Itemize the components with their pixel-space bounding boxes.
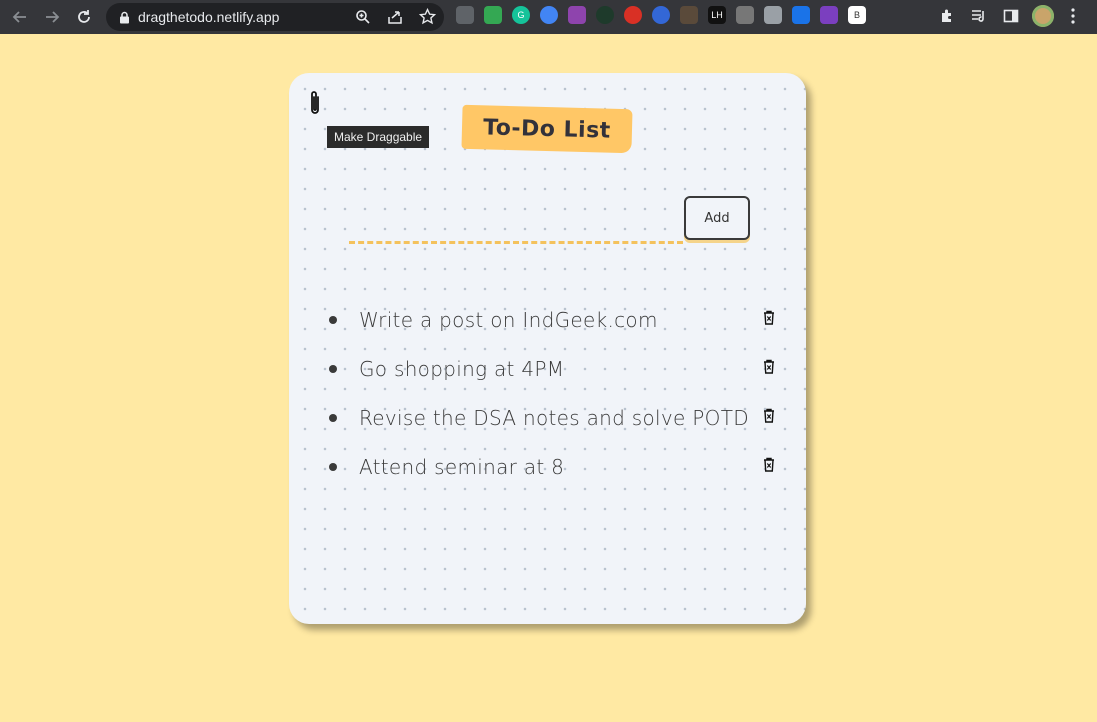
font-icon[interactable] xyxy=(764,6,782,24)
lens-icon[interactable] xyxy=(540,6,558,24)
half-circle-icon[interactable] xyxy=(652,6,670,24)
bullet-icon xyxy=(329,462,337,471)
url-text[interactable]: dragthetodo.netlify.app xyxy=(138,9,279,25)
camera-icon[interactable] xyxy=(456,6,474,24)
side-panel-icon[interactable] xyxy=(1003,8,1019,24)
todo-item: Revise the DSA notes and solve POTD xyxy=(327,393,787,442)
add-button[interactable]: Add xyxy=(684,196,750,240)
zoom-icon[interactable] xyxy=(355,9,371,25)
todo-text: Write a post on IndGeek.com xyxy=(359,307,658,332)
share-icon[interactable] xyxy=(387,9,403,25)
trash-icon[interactable] xyxy=(763,408,775,427)
todo-item: Write a post on IndGeek.com xyxy=(327,295,787,344)
trash-icon[interactable] xyxy=(763,310,775,329)
menu-dots-icon[interactable] xyxy=(1071,8,1075,24)
page-title: To-Do List xyxy=(482,114,612,144)
address-bar[interactable]: dragthetodo.netlify.app xyxy=(106,3,444,31)
reload-icon[interactable] xyxy=(73,6,95,28)
hand-icon[interactable] xyxy=(624,6,642,24)
bullet-icon xyxy=(329,364,337,373)
media-queue-icon[interactable] xyxy=(971,8,987,24)
feather-icon[interactable] xyxy=(568,6,586,24)
make-draggable-tooltip: Make Draggable xyxy=(327,126,430,148)
todo-item: Attend seminar at 8 xyxy=(327,442,787,491)
extensions-row: G LH B xyxy=(456,6,866,24)
lighthouse-icon[interactable]: LH xyxy=(708,6,726,24)
paperclip-icon[interactable] xyxy=(309,89,321,121)
grammarly-icon[interactable]: G xyxy=(512,6,530,24)
title-tag: To-Do List xyxy=(461,104,633,154)
lock-icon xyxy=(119,11,130,24)
glasses-icon[interactable] xyxy=(680,6,698,24)
trash-icon[interactable] xyxy=(763,457,775,476)
trash-icon[interactable] xyxy=(763,359,775,378)
avatar-ext-icon[interactable] xyxy=(820,6,838,24)
browser-toolbar: dragthetodo.netlify.app G LH B xyxy=(0,0,1097,34)
download-icon[interactable] xyxy=(596,6,614,24)
todo-text: Attend seminar at 8 xyxy=(359,454,565,479)
todo-list: Write a post on IndGeek.com Go shopping … xyxy=(327,295,787,491)
printer-icon[interactable] xyxy=(484,6,502,24)
diamond-icon[interactable] xyxy=(792,6,810,24)
bullet-icon xyxy=(329,413,337,422)
todo-item: Go shopping at 4PM xyxy=(327,344,787,393)
bookmark-star-icon[interactable] xyxy=(419,8,436,25)
todo-card: Make Draggable To-Do List Add Write a po… xyxy=(289,73,806,624)
back-arrow-icon[interactable] xyxy=(9,6,31,28)
profile-avatar[interactable] xyxy=(1032,5,1054,27)
todo-text: Go shopping at 4PM xyxy=(359,356,565,381)
bullet-icon xyxy=(329,315,337,324)
todo-text: Revise the DSA notes and solve POTD xyxy=(359,405,749,430)
forward-arrow-icon[interactable] xyxy=(41,6,63,28)
b-icon[interactable]: B xyxy=(848,6,866,24)
screen-icon[interactable] xyxy=(736,6,754,24)
todo-input[interactable] xyxy=(349,213,683,244)
puzzle-extensions-icon[interactable] xyxy=(939,8,955,24)
